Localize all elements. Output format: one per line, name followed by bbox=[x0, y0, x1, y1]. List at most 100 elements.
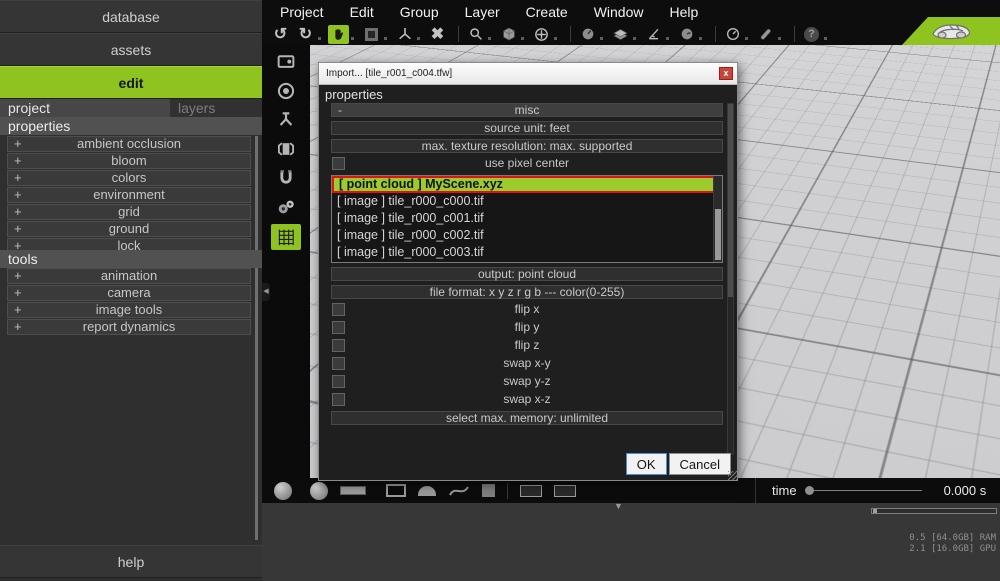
target-tool-button[interactable] bbox=[273, 79, 299, 103]
expand-plus-icon[interactable]: + bbox=[14, 154, 22, 168]
pen-tool-button[interactable] bbox=[755, 25, 784, 44]
monitor-tool-button[interactable] bbox=[273, 50, 299, 74]
cancel-button[interactable]: Cancel bbox=[669, 453, 731, 475]
expand-plus-icon[interactable]: + bbox=[14, 303, 22, 317]
expand-plus-icon[interactable]: + bbox=[14, 171, 22, 185]
dialog-resize-grip[interactable] bbox=[728, 471, 737, 480]
magnet-tool-button[interactable] bbox=[273, 166, 299, 190]
file-list-item[interactable]: [ image ] tile_r000_c000.tif bbox=[332, 193, 722, 210]
tool-item-label: camera bbox=[107, 285, 150, 300]
dialog-scroll-thumb[interactable] bbox=[728, 104, 733, 297]
misc-section-header[interactable]: - misc bbox=[331, 103, 723, 117]
collapse-minus-icon[interactable]: - bbox=[338, 104, 342, 116]
file-format-button[interactable]: file format: x y z r g b --- color(0-255… bbox=[331, 285, 723, 299]
menu-window[interactable]: Window bbox=[594, 4, 644, 20]
sidebar-button-help[interactable]: help bbox=[0, 545, 262, 578]
file-list-scroll-thumb[interactable] bbox=[715, 209, 721, 261]
time-slider-track[interactable] bbox=[814, 490, 922, 491]
curve-tool-icon[interactable] bbox=[448, 484, 470, 498]
max-texture-button[interactable]: max. texture resolution: max. supported bbox=[331, 139, 723, 153]
menu-layer[interactable]: Layer bbox=[465, 4, 500, 20]
pan-tool-button[interactable] bbox=[531, 25, 560, 44]
file-list-item[interactable]: [ image ] tile_r000_c003.tif bbox=[332, 244, 722, 261]
sidebar-scrollbar[interactable] bbox=[255, 136, 258, 540]
plane-tool-icon[interactable] bbox=[340, 486, 366, 495]
gears-tool-button[interactable] bbox=[273, 195, 299, 219]
swap-xy-checkbox[interactable] bbox=[332, 357, 345, 370]
texture-clamp-tool-button[interactable] bbox=[273, 137, 299, 161]
file-list-scrollbar[interactable] bbox=[713, 176, 722, 262]
layers-tool-button[interactable] bbox=[610, 25, 639, 44]
gauge3-tool-button[interactable] bbox=[722, 25, 751, 44]
menu-edit[interactable]: Edit bbox=[350, 4, 374, 20]
tripod-tool-button[interactable] bbox=[273, 108, 299, 132]
gauge2-tool-button[interactable] bbox=[676, 25, 705, 44]
flip-z-checkbox[interactable] bbox=[332, 339, 345, 352]
swap-xz-checkbox[interactable] bbox=[332, 393, 345, 406]
menu-create[interactable]: Create bbox=[526, 4, 568, 20]
menu-group[interactable]: Group bbox=[400, 4, 439, 20]
tool-item-image-tools[interactable]: + image tools bbox=[7, 302, 251, 318]
tool-item-report-dynamics[interactable]: + report dynamics bbox=[7, 319, 251, 335]
output-button[interactable]: output: point cloud bbox=[331, 267, 723, 281]
help-tool-button[interactable]: ? bbox=[801, 25, 830, 44]
swap-yz-checkbox[interactable] bbox=[332, 375, 345, 388]
max-memory-button[interactable]: select max. memory: unlimited bbox=[331, 411, 723, 425]
redo-button[interactable]: ↻ bbox=[295, 25, 324, 44]
property-item-environment[interactable]: + environment bbox=[7, 187, 251, 203]
expand-plus-icon[interactable]: + bbox=[14, 320, 22, 334]
axes-tool-button[interactable] bbox=[394, 25, 423, 44]
panel-tool-icon[interactable] bbox=[520, 485, 542, 497]
sphere-tool-icon[interactable] bbox=[274, 482, 292, 500]
scrollbar-nub[interactable] bbox=[873, 509, 877, 513]
grid-tool-button[interactable] bbox=[271, 224, 301, 250]
expand-plus-icon[interactable]: + bbox=[14, 137, 22, 151]
panel2-tool-icon[interactable] bbox=[554, 485, 576, 497]
property-item-ground[interactable]: + ground bbox=[7, 221, 251, 237]
tab-project[interactable]: project bbox=[0, 99, 170, 117]
expand-plus-icon[interactable]: + bbox=[14, 205, 22, 219]
square-tool-icon[interactable] bbox=[482, 484, 495, 497]
file-list-item[interactable]: [ image ] tile_r000_c001.tif bbox=[332, 210, 722, 227]
flip-y-checkbox[interactable] bbox=[332, 321, 345, 334]
property-item-bloom[interactable]: + bloom bbox=[7, 153, 251, 169]
property-item-grid[interactable]: + grid bbox=[7, 204, 251, 220]
ok-button[interactable]: OK bbox=[626, 453, 667, 475]
expand-plus-icon[interactable]: + bbox=[14, 286, 22, 300]
flip-x-checkbox[interactable] bbox=[332, 303, 345, 316]
use-pixel-center-checkbox[interactable] bbox=[332, 157, 345, 170]
time-slider-handle[interactable] bbox=[805, 486, 814, 495]
gauge-tool-button[interactable] bbox=[577, 25, 606, 44]
hand-tool-button[interactable] bbox=[328, 25, 357, 44]
menu-help[interactable]: Help bbox=[669, 4, 698, 20]
expand-plus-icon[interactable]: + bbox=[14, 188, 22, 202]
sidebar-collapse-handle[interactable]: ◀ bbox=[262, 283, 270, 301]
expand-plus-icon[interactable]: + bbox=[14, 269, 22, 283]
cube-tool-button[interactable] bbox=[498, 25, 527, 44]
angle-tool-button[interactable] bbox=[643, 25, 672, 44]
dialog-scrollbar[interactable] bbox=[727, 103, 734, 455]
terrain-tool-icon[interactable] bbox=[386, 484, 406, 497]
zoom-tool-button[interactable] bbox=[465, 25, 494, 44]
source-unit-button[interactable]: source unit: feet bbox=[331, 121, 723, 135]
dialog-title-bar[interactable]: Import... [tile_r001_c004.tfw] bbox=[319, 63, 737, 85]
sidebar-button-assets[interactable]: assets bbox=[0, 33, 262, 66]
dialog-close-button[interactable]: x bbox=[719, 67, 733, 80]
sidebar-button-edit[interactable]: edit bbox=[0, 66, 262, 99]
tab-layers[interactable]: layers bbox=[170, 99, 262, 117]
undo-button[interactable]: ↺ bbox=[270, 25, 291, 44]
select-tool-button[interactable] bbox=[361, 25, 390, 44]
tool-item-animation[interactable]: + animation bbox=[7, 268, 251, 284]
horizontal-scrollbar[interactable] bbox=[871, 508, 997, 514]
file-list-item-selected[interactable]: [ point cloud ] MyScene.xyz bbox=[332, 176, 722, 193]
property-item-colors[interactable]: + colors bbox=[7, 170, 251, 186]
property-item-ambient-occlusion[interactable]: + ambient occlusion bbox=[7, 136, 251, 152]
tool-item-camera[interactable]: + camera bbox=[7, 285, 251, 301]
menu-project[interactable]: Project bbox=[280, 4, 324, 20]
sidebar-button-database[interactable]: database bbox=[0, 0, 262, 33]
file-list-item[interactable]: [ image ] tile_r000_c002.tif bbox=[332, 227, 722, 244]
expand-plus-icon[interactable]: + bbox=[14, 222, 22, 236]
sphere2-tool-icon[interactable] bbox=[310, 482, 328, 500]
dome-tool-icon[interactable] bbox=[418, 486, 436, 496]
delete-tool-button[interactable]: ✖ bbox=[427, 25, 448, 44]
